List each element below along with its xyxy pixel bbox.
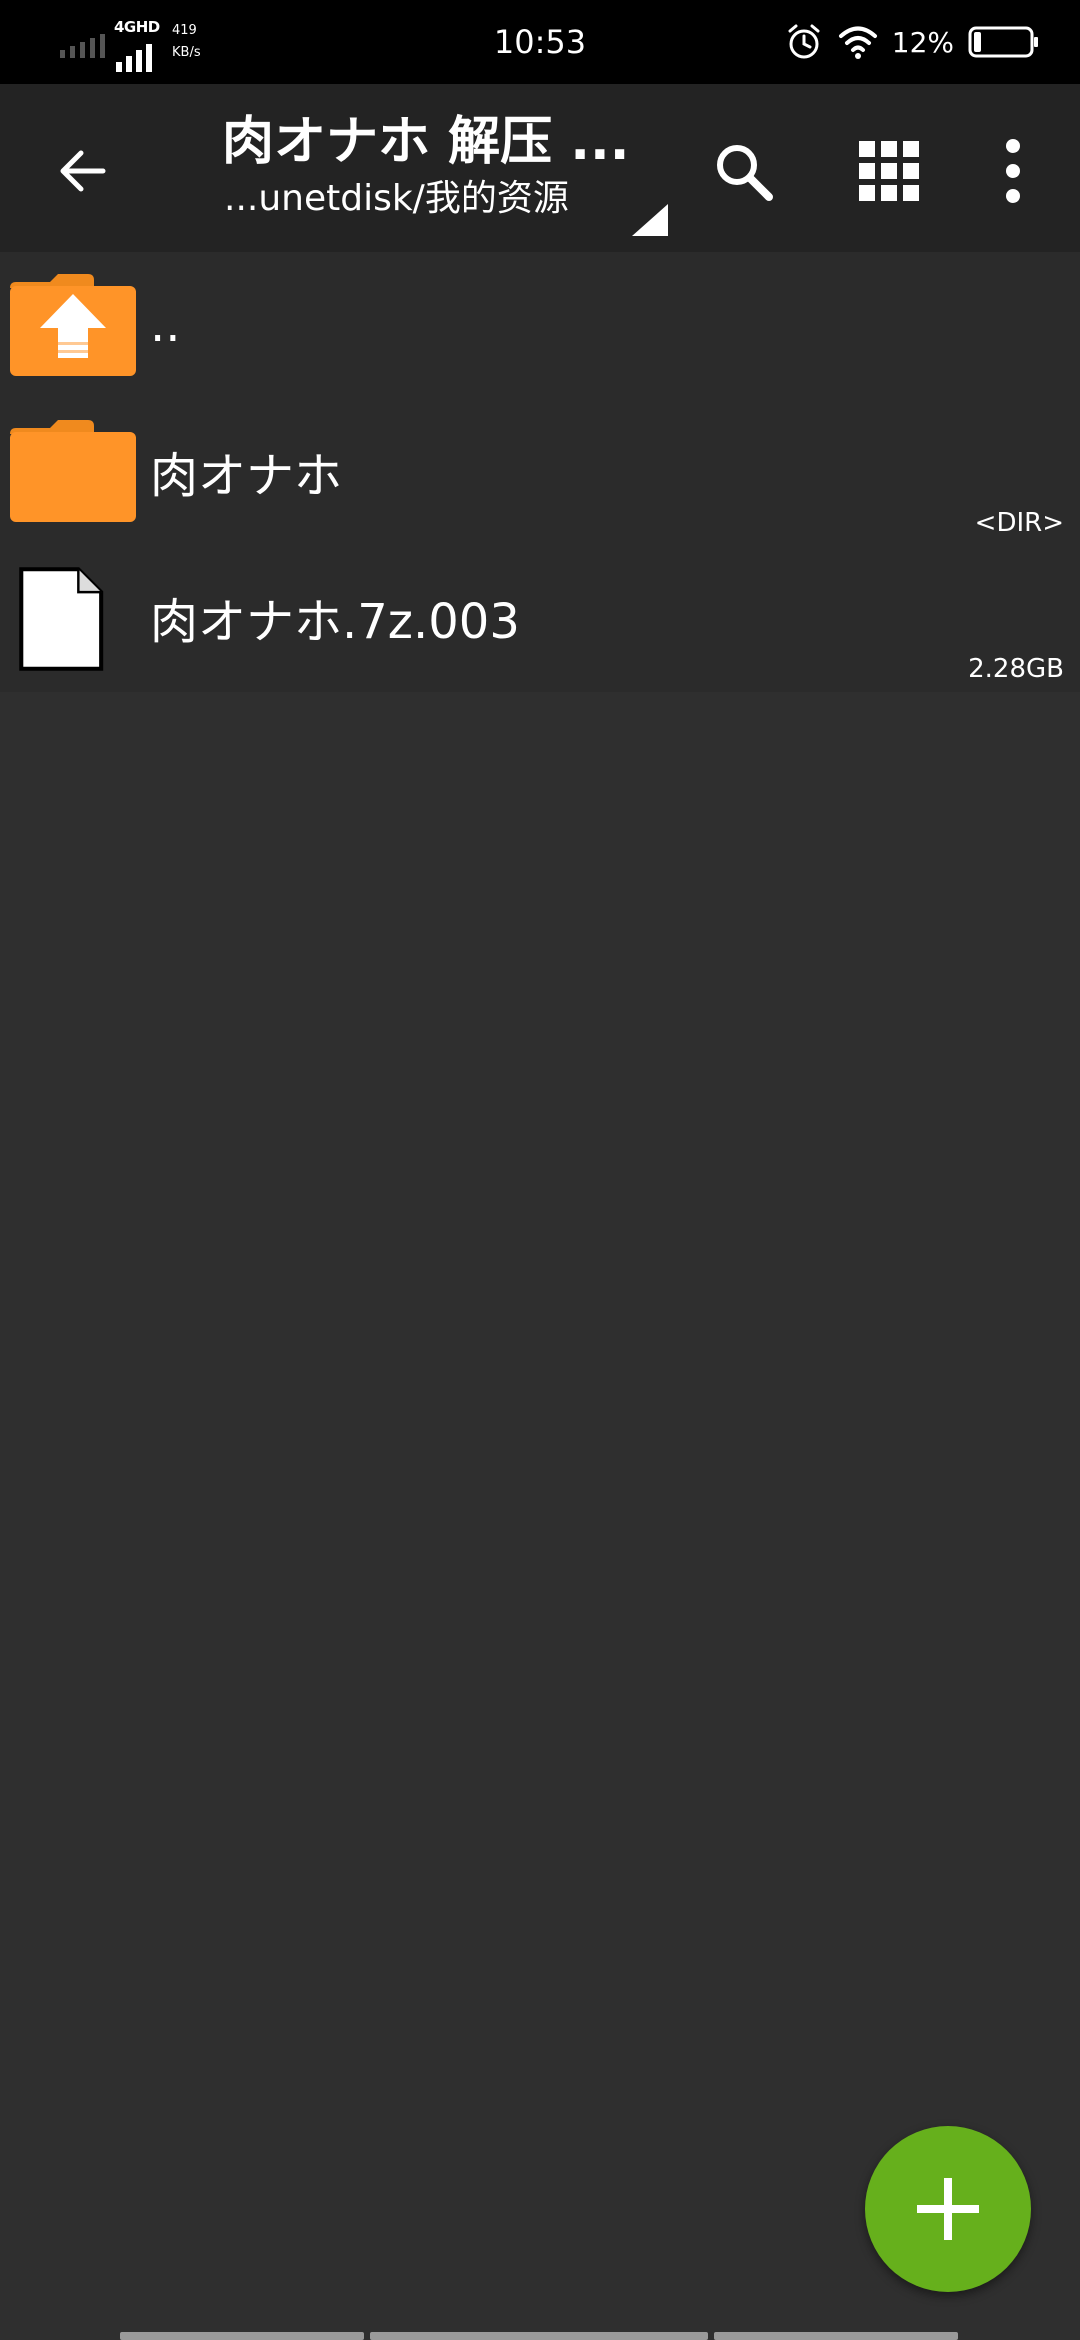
- list-item-file[interactable]: 肉オナホ.7z.003 2.28GB: [0, 544, 1080, 690]
- list-item-parent-folder[interactable]: ..: [0, 252, 1080, 398]
- alarm-icon: [788, 24, 820, 59]
- bottom-handle[interactable]: [120, 2332, 364, 2340]
- add-button[interactable]: [865, 2126, 1031, 2292]
- screen: 4GHD 419 KB/s 10:53 12% 肉オナホ 解压 ... ...u…: [0, 0, 1080, 2340]
- back-arrow-icon: [60, 150, 106, 192]
- file-name: 肉オナホ: [150, 448, 343, 504]
- plus-icon: [917, 2178, 979, 2240]
- network-speed: 419 KB/s: [172, 20, 201, 64]
- bottom-handle[interactable]: [370, 2332, 708, 2340]
- grid-view-icon: [859, 141, 919, 201]
- wifi-icon: [838, 26, 877, 59]
- file-list: .. 肉オナホ <DIR> 肉オナホ.7z.003 2.28GB: [0, 252, 1080, 692]
- back-button[interactable]: [40, 128, 126, 214]
- search-button[interactable]: [700, 128, 786, 214]
- status-bar: 4GHD 419 KB/s 10:53 12%: [0, 0, 1080, 84]
- file-icon: [19, 567, 104, 671]
- file-meta: <DIR>: [974, 508, 1064, 538]
- list-item-folder[interactable]: 肉オナホ <DIR>: [0, 398, 1080, 544]
- path-dropdown-icon[interactable]: [630, 202, 670, 238]
- bottom-handles: [0, 2330, 1080, 2340]
- title-block[interactable]: 肉オナホ 解压 ... ...unetdisk/我的资源: [222, 106, 668, 236]
- current-path: ...unetdisk/我的资源: [224, 178, 569, 219]
- page-title: 肉オナホ 解压 ...: [222, 112, 630, 172]
- network-type: 4GHD: [114, 18, 160, 36]
- speed-value: 419: [172, 23, 197, 38]
- view-toggle-button[interactable]: [846, 128, 932, 214]
- folder-up-icon: [10, 274, 136, 376]
- search-icon: [717, 145, 773, 201]
- signal-bars-icon: [116, 44, 152, 72]
- speed-unit: KB/s: [172, 45, 201, 60]
- more-vertical-icon: [1006, 139, 1020, 203]
- more-options-button[interactable]: [970, 128, 1056, 214]
- status-icons: 12%: [784, 20, 1040, 64]
- battery-icon: [968, 26, 1038, 58]
- folder-icon: [10, 420, 136, 522]
- battery-percent: 12%: [891, 25, 954, 59]
- network-indicator: 4GHD: [114, 18, 164, 72]
- file-meta: 2.28GB: [968, 654, 1064, 684]
- app-bar: 肉オナホ 解压 ... ...unetdisk/我的资源: [0, 84, 1080, 252]
- file-name: 肉オナホ.7z.003: [150, 594, 520, 650]
- file-name: ..: [150, 297, 181, 353]
- bottom-handle[interactable]: [714, 2332, 958, 2340]
- signal-strength-icon: [60, 34, 105, 58]
